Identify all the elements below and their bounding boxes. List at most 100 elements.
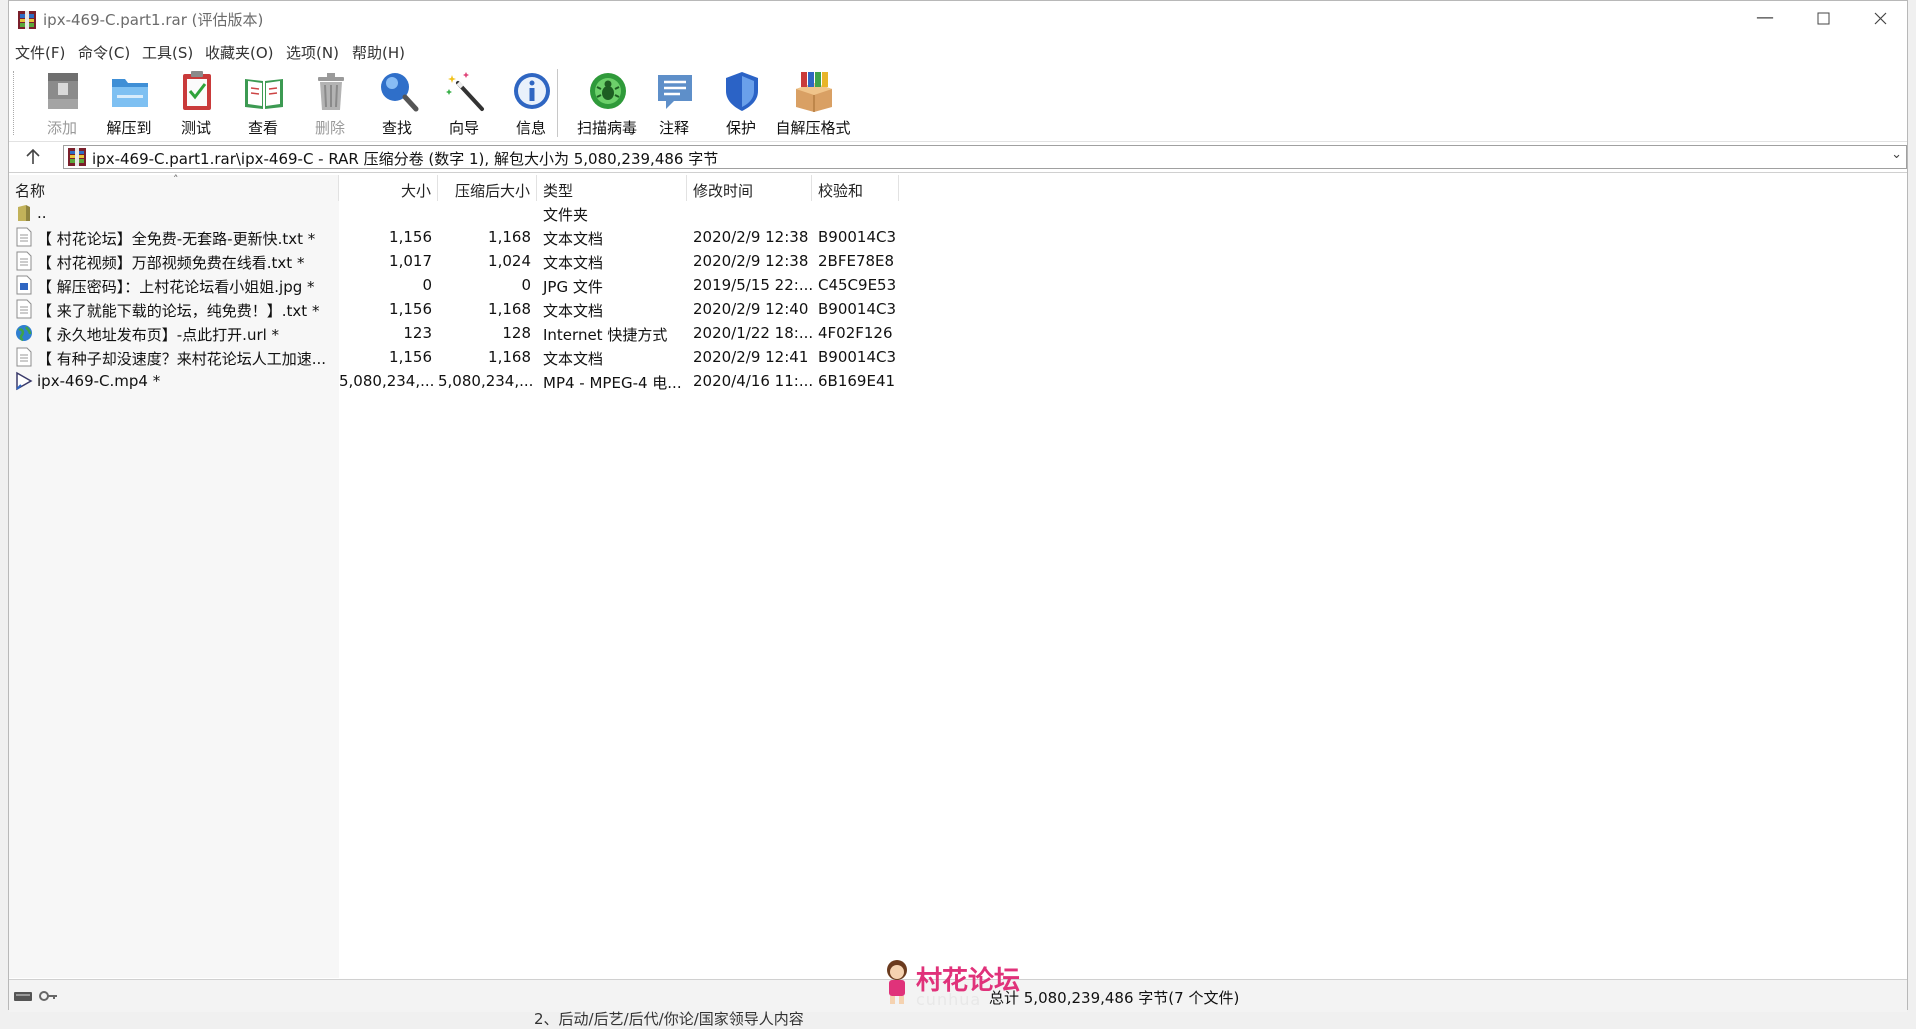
- winrar-window: ipx-469-C.part1.rar (评估版本) — 文件(F) 命令(C)…: [8, 0, 1910, 1012]
- maximize-button[interactable]: [1794, 1, 1852, 39]
- file-name: 【 永久地址发布页】-点此打开.url *: [37, 326, 280, 344]
- file-crc: 4F02F126: [818, 324, 893, 342]
- menu-favorites[interactable]: 收藏夹(O): [205, 42, 274, 63]
- file-packed-size: 1,168: [488, 228, 531, 246]
- column-header-size[interactable]: 大小: [339, 175, 438, 201]
- table-row[interactable]: 【 有种子却没速度？来村花论坛人工加速... 1,156 1,168 文本文档 …: [9, 345, 899, 369]
- menu-help[interactable]: 帮助(H): [352, 42, 405, 63]
- maximize-icon: [1817, 12, 1830, 25]
- file-size: 0: [422, 276, 432, 294]
- toolbar-separator: [557, 69, 558, 137]
- column-modified-label: 修改时间: [693, 182, 754, 200]
- video-file-icon: [16, 371, 33, 391]
- column-crc-label: 校验和: [818, 182, 864, 200]
- file-size: 1,156: [389, 300, 432, 318]
- table-row[interactable]: 【 永久地址发布页】-点此打开.url * 123 128 Internet 快…: [9, 321, 899, 345]
- column-header-modified[interactable]: 修改时间: [687, 175, 812, 201]
- close-button[interactable]: [1852, 1, 1910, 39]
- file-packed-size: 1,024: [488, 252, 531, 270]
- up-folder-button[interactable]: [21, 145, 45, 169]
- archive-path-field[interactable]: ipx-469-C.part1.rar\ipx-469-C - RAR 压缩分卷…: [63, 145, 1907, 169]
- file-packed-size: 0: [521, 276, 531, 294]
- file-type: 文本文档: [543, 254, 604, 272]
- file-crc: C45C9E53: [818, 276, 897, 294]
- text-file-icon: [16, 227, 32, 247]
- file-name: 【 村花视频】万部视频免费在线看.txt *: [37, 254, 305, 272]
- list-header: 名称 ˄ 大小 压缩后大小 类型 修改时间 校验和: [9, 173, 899, 201]
- file-name: 【 来了就能下载的论坛，纯免费！】.txt *: [37, 302, 320, 320]
- menu-commands[interactable]: 命令(C): [78, 42, 130, 63]
- image-file-icon: [16, 275, 32, 295]
- column-header-name[interactable]: 名称 ˄: [9, 173, 339, 201]
- winrar-app-icon: [18, 11, 36, 29]
- file-name: 【 有种子却没速度？来村花论坛人工加速...: [37, 350, 327, 368]
- table-row[interactable]: 【 村花视频】万部视频免费在线看.txt * 1,017 1,024 文本文档 …: [9, 249, 899, 273]
- minimize-button[interactable]: —: [1736, 1, 1794, 39]
- menu-file[interactable]: 文件(F): [15, 42, 65, 63]
- shield-icon: [726, 72, 758, 111]
- minimize-icon: —: [1756, 7, 1774, 28]
- info-button[interactable]: 信息: [497, 67, 565, 139]
- file-modified: 2020/2/9 12:40: [693, 300, 809, 318]
- table-row[interactable]: ipx-469-C.mp4 * 5,080,234,... 5,080,234,…: [9, 369, 899, 393]
- column-header-type[interactable]: 类型: [537, 175, 687, 201]
- table-row[interactable]: 【 来了就能下载的论坛，纯免费！】.txt * 1,156 1,168 文本文档…: [9, 297, 899, 321]
- file-modified: 2020/4/16 11:...: [693, 372, 814, 390]
- sfx-box-icon: [796, 72, 832, 112]
- menu-options[interactable]: 选项(N): [286, 42, 339, 63]
- file-list: 名称 ˄ 大小 压缩后大小 类型 修改时间 校验和 .. 文件夹 【 村花论坛】…: [9, 173, 1907, 978]
- drive-key-icon: [14, 991, 57, 1001]
- column-name-label: 名称: [15, 182, 46, 200]
- file-modified: 2020/2/9 12:38: [693, 252, 809, 270]
- file-crc: B90014C3: [818, 348, 897, 366]
- file-modified: 2020/2/9 12:41: [693, 348, 809, 366]
- file-size: 1,156: [389, 348, 432, 366]
- file-crc: B90014C3: [818, 300, 897, 318]
- watermark: 村花论坛 cunhua: [880, 958, 1040, 1009]
- toolbar: 添加 解压到 测试 查看 删除 查找 向导 信息 扫描病毒 注释 保护 自解压格…: [9, 65, 1907, 142]
- magnifier-icon: [381, 73, 419, 112]
- sfx-button[interactable]: 自解压格式: [775, 67, 851, 139]
- file-crc: B90014C3: [818, 228, 897, 246]
- window-title: ipx-469-C.part1.rar (评估版本): [43, 11, 264, 29]
- sfx-label: 自解压格式: [775, 119, 851, 137]
- add-archive-icon: [48, 73, 78, 109]
- file-modified: 2020/1/22 18:...: [693, 324, 814, 342]
- menu-tools[interactable]: 工具(S): [142, 42, 193, 63]
- file-crc: 2BFE78E8: [818, 252, 895, 270]
- file-size: 5,080,234,...: [339, 372, 435, 390]
- file-packed-size: 128: [502, 324, 531, 342]
- sort-ascending-icon: ˄: [173, 173, 179, 186]
- address-bar: ipx-469-C.part1.rar\ipx-469-C - RAR 压缩分卷…: [9, 142, 1907, 173]
- file-type: 文本文档: [543, 350, 604, 368]
- table-row[interactable]: .. 文件夹: [9, 201, 899, 225]
- folder-up-icon: [18, 205, 30, 221]
- text-file-icon: [16, 251, 32, 271]
- column-header-packed[interactable]: 压缩后大小: [438, 175, 537, 201]
- text-file-icon: [16, 347, 32, 367]
- close-icon: [1874, 12, 1887, 25]
- view-book-icon: [245, 79, 283, 109]
- globe-icon: [16, 325, 32, 342]
- file-size: 1,017: [389, 252, 432, 270]
- file-type: 文本文档: [543, 302, 604, 320]
- file-type: JPG 文件: [543, 278, 603, 296]
- table-row[interactable]: 【 解压密码】：上村花论坛看小姐姐.jpg * 0 0 JPG 文件 2019/…: [9, 273, 899, 297]
- toolbar-grip[interactable]: [13, 71, 17, 135]
- column-packed-label: 压缩后大小: [454, 182, 530, 200]
- file-crc: 6B169E41: [818, 372, 896, 390]
- comment-icon: [658, 75, 692, 109]
- trash-icon: [318, 73, 344, 110]
- file-packed-size: 5,080,234,...: [438, 372, 534, 390]
- watermark-subtext: cunhua: [916, 990, 982, 1009]
- test-clipboard-icon: [183, 71, 211, 110]
- chevron-down-icon[interactable]: ⌄: [1891, 147, 1902, 162]
- protect-button[interactable]: 保护: [707, 67, 775, 139]
- table-row[interactable]: 【 村花论坛】全免费-无套路-更新快.txt * 1,156 1,168 文本文…: [9, 225, 899, 249]
- virus-scan-icon: [590, 73, 626, 109]
- column-size-label: 大小: [400, 182, 431, 200]
- file-name: ipx-469-C.mp4 *: [37, 372, 161, 390]
- info-icon: [514, 73, 550, 109]
- column-header-crc[interactable]: 校验和: [812, 175, 899, 201]
- file-packed-size: 1,168: [488, 300, 531, 318]
